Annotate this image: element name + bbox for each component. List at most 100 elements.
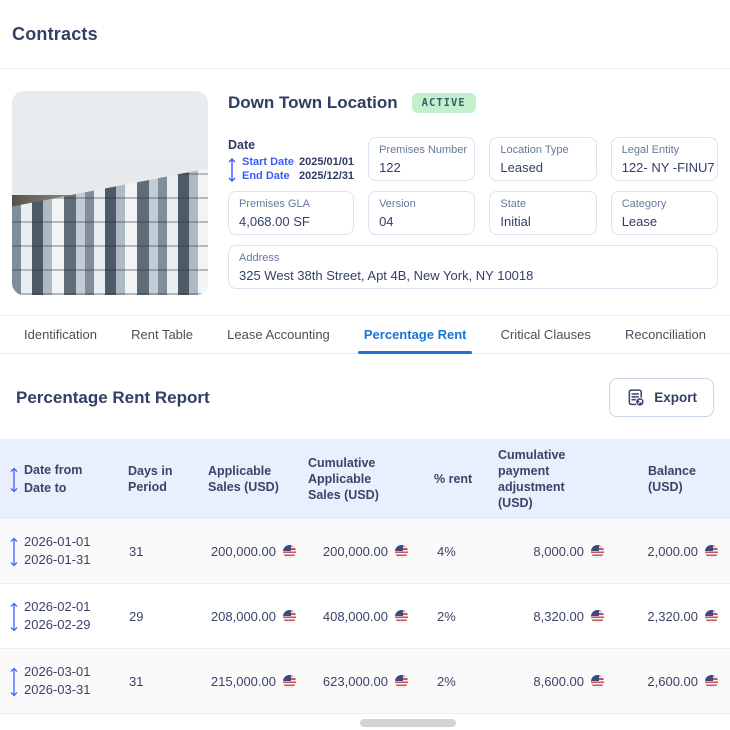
cumulative-payment-cell: 8,600.00 <box>484 674 622 689</box>
start-date-label: Start Date <box>242 156 294 168</box>
tab-percentage-rent[interactable]: Percentage Rent <box>357 316 473 354</box>
amount: 8,000.00 <box>533 543 584 559</box>
balance-cell: 2,000.00 <box>622 544 730 559</box>
field-label: Premises Number <box>379 144 468 156</box>
page-header: Contracts <box>0 0 730 69</box>
horizontal-scrollbar[interactable] <box>360 719 456 727</box>
field-legal-entity: Legal Entity 122- NY -FINU7 <box>610 137 718 181</box>
field-value: 325 West 38th Street, Apt 4B, New York, … <box>239 268 534 283</box>
date-field: Date Start Date 2025/01/01 End Date 2025… <box>228 137 355 182</box>
field-label: Version <box>379 198 416 210</box>
table-row: 2026-02-01 2026-02-29 29 208,000.00 408,… <box>0 584 730 649</box>
status-badge: ACTIVE <box>411 93 476 113</box>
field-label: Premises GLA <box>239 198 310 210</box>
field-state: State Initial <box>489 191 597 235</box>
cumulative-sales-cell: 408,000.00 <box>304 609 422 624</box>
date-to: 2026-01-31 <box>24 552 91 567</box>
us-flag-icon <box>283 544 296 558</box>
report-header: Percentage Rent Report Export <box>0 354 730 439</box>
days-cell: 31 <box>129 543 144 559</box>
date-range-icon <box>10 667 18 697</box>
contract-name: Down Town Location <box>228 93 398 112</box>
report-title: Percentage Rent Report <box>16 387 210 407</box>
amount: 200,000.00 <box>322 543 388 559</box>
field-label: Legal Entity <box>621 144 680 156</box>
amount: 408,000.00 <box>322 608 388 624</box>
field-premises-gla: Premises GLA 4,068.00 SF <box>228 191 355 235</box>
table-row: 2026-01-01 2026-01-31 31 200,000.00 200,… <box>0 519 730 584</box>
us-flag-icon <box>591 674 604 688</box>
tab-rent-table[interactable]: Rent Table <box>131 316 193 353</box>
field-value: 4,068.00 SF <box>239 214 310 229</box>
column-header-cumulative-sales: Cumulative Applicable Sales (USD) <box>308 456 379 502</box>
field-location-type: Location Type Leased <box>489 137 597 181</box>
us-flag-icon <box>395 544 408 558</box>
field-label: Location Type <box>500 144 569 156</box>
us-flag-icon <box>591 544 604 558</box>
days-cell: 29 <box>129 608 144 624</box>
date-from: 2026-01-01 <box>24 534 91 549</box>
us-flag-icon <box>591 609 604 623</box>
end-date-label: End Date <box>242 170 290 182</box>
field-version: Version 04 <box>368 191 476 235</box>
end-date-value: 2025/12/31 <box>299 170 355 182</box>
date-range-icon <box>228 158 236 182</box>
property-photo <box>12 91 208 295</box>
column-label: Date to <box>24 481 67 495</box>
days-cell: 31 <box>129 673 144 689</box>
date-range-icon <box>10 537 18 567</box>
applicable-sales-cell: 200,000.00 <box>192 544 304 559</box>
amount: 215,000.00 <box>210 673 276 689</box>
field-premises-number: Premises Number 122 <box>368 137 476 181</box>
date-range-icon <box>10 602 18 632</box>
us-flag-icon <box>395 609 408 623</box>
date-from: 2026-03-01 <box>24 664 91 679</box>
column-header-applicable-sales: Applicable Sales (USD) <box>208 464 279 494</box>
date-range-cell: 2026-02-01 2026-02-29 <box>0 598 112 634</box>
field-label: Address <box>239 252 280 264</box>
field-value: Leased <box>500 160 544 175</box>
cumulative-payment-cell: 8,000.00 <box>484 544 622 559</box>
column-header-days: Days in Period <box>128 464 173 494</box>
column-header-percent-rent: % rent <box>434 472 473 486</box>
date-to: 2026-02-29 <box>24 617 91 632</box>
tab-bar: Identification Rent Table Lease Accounti… <box>0 315 730 354</box>
sort-icon[interactable] <box>10 466 18 494</box>
column-header-balance: Balance (USD) <box>648 464 696 494</box>
applicable-sales-cell: 208,000.00 <box>192 609 304 624</box>
us-flag-icon <box>705 674 718 688</box>
tab-reconciliation[interactable]: Reconciliation <box>625 316 706 353</box>
tab-identification[interactable]: Identification <box>24 316 97 353</box>
amount: 2,600.00 <box>647 673 698 689</box>
export-button[interactable]: Export <box>609 378 714 417</box>
export-button-label: Export <box>654 390 697 405</box>
us-flag-icon <box>395 674 408 688</box>
cumulative-sales-cell: 200,000.00 <box>304 544 422 559</box>
field-label: Category <box>621 198 667 210</box>
us-flag-icon <box>283 674 296 688</box>
contract-summary: Down Town Location ACTIVE Date Start Dat… <box>0 69 730 315</box>
tab-critical-clauses[interactable]: Critical Clauses <box>501 316 591 353</box>
us-flag-icon <box>283 609 296 623</box>
date-field-label: Date <box>228 138 256 152</box>
amount: 2,320.00 <box>647 608 698 624</box>
date-from: 2026-02-01 <box>24 599 91 614</box>
field-label: State <box>500 198 527 210</box>
percent-rent-cell: 2% <box>437 608 456 624</box>
percent-rent-cell: 2% <box>437 673 456 689</box>
field-value: 122 <box>379 160 401 175</box>
field-category: Category Lease <box>610 191 718 235</box>
cumulative-sales-cell: 623,000.00 <box>304 674 422 689</box>
page-title: Contracts <box>12 23 98 44</box>
amount: 208,000.00 <box>210 608 276 624</box>
column-header-date: Date from Date to <box>0 453 112 505</box>
amount: 2,000.00 <box>647 543 698 559</box>
us-flag-icon <box>705 544 718 558</box>
date-range-cell: 2026-03-01 2026-03-31 <box>0 663 112 699</box>
applicable-sales-cell: 215,000.00 <box>192 674 304 689</box>
tab-lease-accounting[interactable]: Lease Accounting <box>227 316 330 353</box>
balance-cell: 2,600.00 <box>622 674 730 689</box>
percent-rent-cell: 4% <box>437 543 456 559</box>
amount: 8,320.00 <box>533 608 584 624</box>
field-value: 04 <box>379 214 394 229</box>
